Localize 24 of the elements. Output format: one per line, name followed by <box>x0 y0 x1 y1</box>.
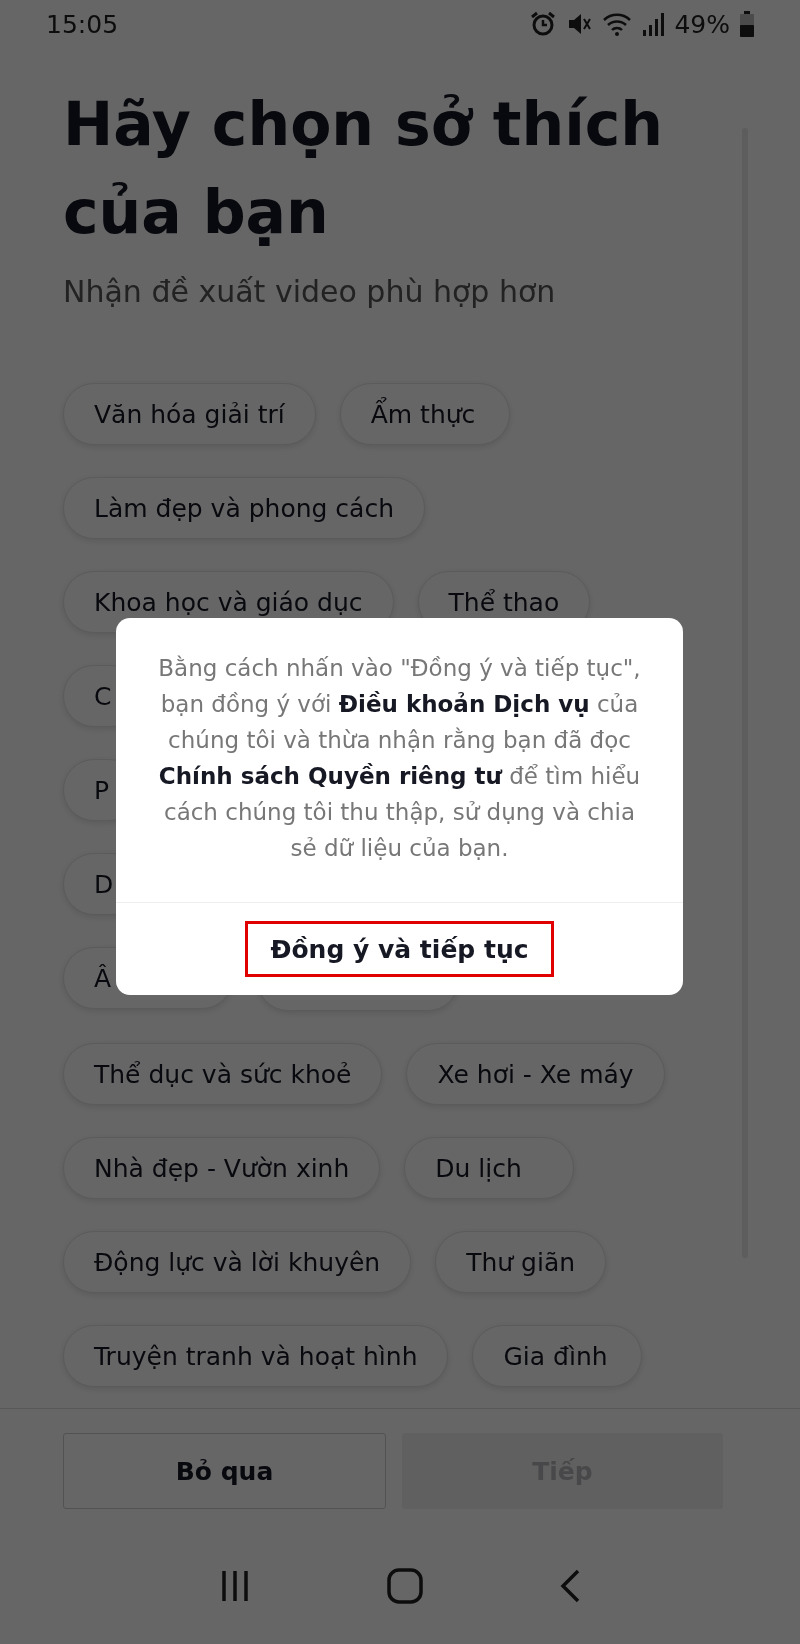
interest-chip[interactable]: Gia đình <box>472 1325 643 1387</box>
interest-chip[interactable]: Thể dục và sức khoẻ <box>63 1043 383 1105</box>
interest-chip[interactable]: Làm đẹp và phong cách <box>63 477 425 539</box>
interest-chip[interactable]: Xe hơi - Xe máy <box>406 1043 665 1105</box>
status-time: 15:05 <box>46 9 119 39</box>
signal-icon <box>642 12 665 36</box>
consent-message: Bằng cách nhấn vào "Đồng ý và tiếp tục", bạn đồng ý với Điều khoản Dịch vụ của chúng tôi và thừa nhận rằng bạn đã đọc Chính sách Quyền riêng tư để tìm hiểu cách chúng tôi thu thập, sử dụng và chia sẻ dữ liệu của bạn. <box>157 654 642 863</box>
interest-chip[interactable]: Nhà đẹp - Vườn xinh <box>63 1137 381 1199</box>
battery-percent: 49% <box>674 9 730 39</box>
page-subtitle: Nhận đề xuất video phù hợp hơn <box>63 274 557 309</box>
interest-chip[interactable]: Thư giãn <box>435 1231 607 1293</box>
home-icon[interactable] <box>387 1568 423 1604</box>
battery-icon <box>740 11 754 37</box>
alarm-icon <box>530 11 557 37</box>
interest-chip[interactable]: Ẩm thực <box>339 383 510 445</box>
agree-continue-button[interactable]: Đồng ý và tiếp tục <box>245 921 554 977</box>
skip-button[interactable]: Bỏ qua <box>63 1433 386 1509</box>
mute-icon <box>566 11 593 37</box>
wifi-icon <box>602 11 633 37</box>
interest-chip[interactable]: Du lịch <box>404 1137 575 1199</box>
interest-chip[interactable]: Truyện tranh và hoạt hình <box>63 1325 449 1387</box>
page-title: Hãy chọn sở thích của bạn <box>63 88 665 249</box>
interest-chip[interactable]: Động lực và lời khuyên <box>63 1231 412 1293</box>
interest-chip[interactable]: Văn hóa giải trí <box>63 383 316 445</box>
